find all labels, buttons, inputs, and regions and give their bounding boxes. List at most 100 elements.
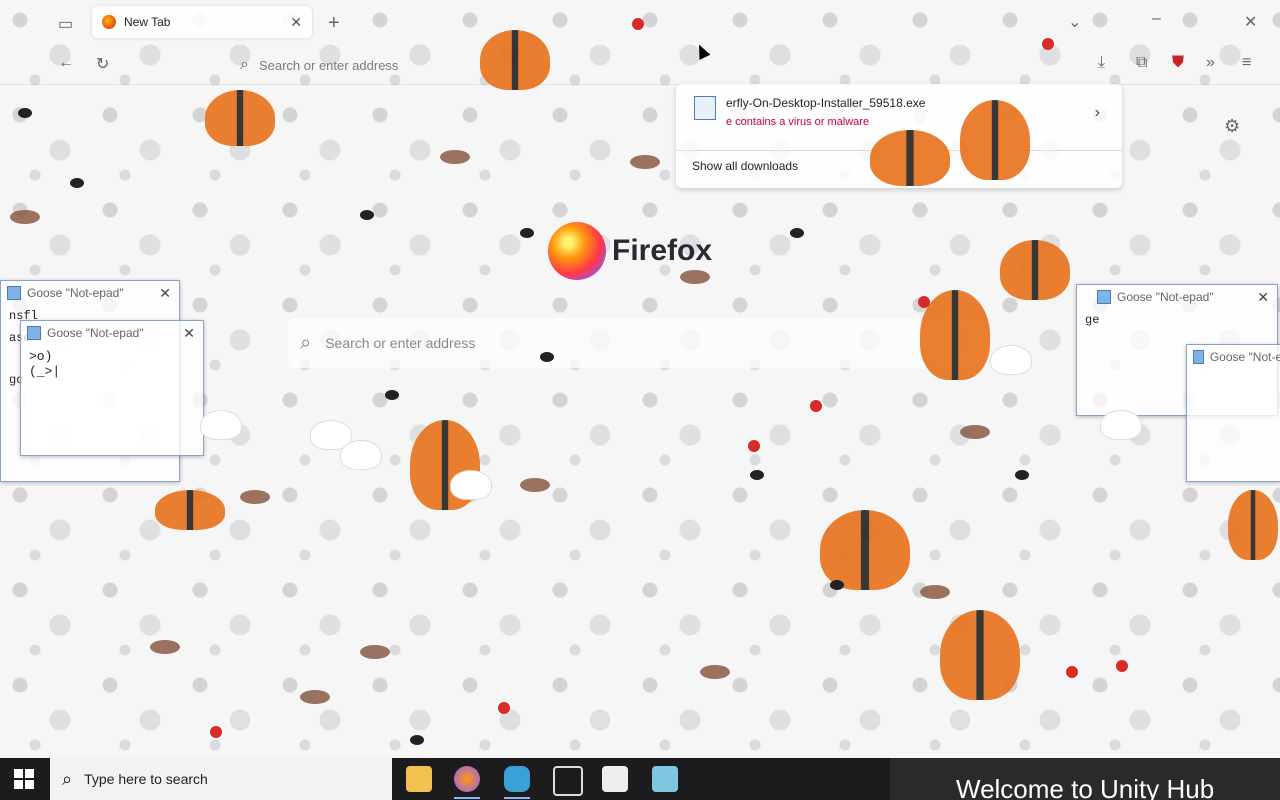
close-icon[interactable]: ✕	[183, 325, 195, 342]
ladybug-sprite	[1116, 660, 1128, 672]
notepad-titlebar[interactable]: Goose "Not-epad"	[1187, 345, 1280, 369]
butterfly-sprite	[480, 30, 550, 90]
unity-welcome-text: Welcome to Unity Hub	[956, 774, 1215, 800]
cockroach-sprite	[10, 210, 40, 224]
close-window-icon[interactable]: ✕	[1244, 12, 1257, 32]
fly-sprite	[18, 108, 32, 118]
tab-new-tab[interactable]: New Tab ✕	[92, 6, 312, 38]
firefox-view-icon[interactable]: ▭	[58, 14, 73, 34]
notepad-icon	[1193, 350, 1204, 364]
butterfly-sprite	[155, 490, 225, 530]
search-icon: ⌕	[300, 331, 312, 354]
fly-sprite	[790, 228, 804, 238]
7zip-icon[interactable]	[602, 766, 628, 792]
extensions-icon[interactable]: ⧉	[1136, 54, 1147, 72]
tab-title: New Tab	[124, 15, 171, 29]
notepad-title: Goose "Not-epad"	[1209, 350, 1280, 364]
chevron-right-icon[interactable]: ›	[1095, 104, 1100, 122]
search-icon: ⌕	[62, 768, 73, 789]
cockroach-sprite	[150, 640, 180, 654]
ladybug-sprite	[632, 18, 644, 30]
fly-sprite	[520, 228, 534, 238]
notepad-icon	[27, 326, 41, 340]
ladybug-sprite	[810, 400, 822, 412]
file-explorer-icon[interactable]	[406, 766, 432, 792]
close-tab-icon[interactable]: ✕	[290, 14, 302, 31]
butterfly-sprite	[940, 610, 1020, 700]
firefox-favicon-icon	[102, 15, 116, 29]
overflow-menu-icon[interactable]: »	[1206, 54, 1215, 72]
butterfly-sprite	[1228, 490, 1278, 560]
new-tab-icon[interactable]: +	[328, 12, 340, 35]
butterfly-sprite	[870, 130, 950, 186]
cockroach-sprite	[960, 425, 990, 439]
notepad-titlebar[interactable]: Goose "Not-epad" ✕	[21, 321, 203, 345]
cockroach-sprite	[920, 585, 950, 599]
ladybug-sprite	[210, 726, 222, 738]
show-all-downloads-button[interactable]: Show all downloads	[692, 159, 798, 173]
notepad-icon	[7, 286, 21, 300]
firefox-taskbar-icon[interactable]	[454, 766, 480, 799]
notepad-titlebar[interactable]: Goose "Not-epad" ✕	[1, 281, 179, 305]
minimize-icon[interactable]: –	[1152, 10, 1161, 28]
close-icon[interactable]: ✕	[1257, 289, 1269, 306]
butterfly-sprite	[820, 510, 910, 590]
goose-sprite	[990, 345, 1032, 375]
notepad-title: Goose "Not-epad"	[1117, 290, 1214, 304]
goose-sprite	[1100, 410, 1142, 440]
notepad-fragment: ge	[1085, 313, 1100, 327]
fly-sprite	[360, 210, 374, 220]
fly-sprite	[830, 580, 844, 590]
url-placeholder: Search or enter address	[258, 57, 399, 73]
fly-sprite	[540, 352, 554, 362]
butterfly-sprite	[205, 90, 275, 146]
notepad-titlebar[interactable]: Goose "Not-epad" ✕	[1077, 285, 1277, 309]
fly-sprite	[385, 390, 399, 400]
cockroach-sprite	[630, 155, 660, 169]
goose-notepad-window[interactable]: Goose "Not-epad" ✕ >o) (_>|	[20, 320, 204, 456]
ublock-icon[interactable]: ⛊	[1172, 54, 1184, 72]
reload-icon[interactable]: ↻	[96, 54, 109, 74]
fly-sprite	[750, 470, 764, 480]
cockroach-sprite	[240, 490, 270, 504]
ladybug-sprite	[918, 296, 930, 308]
unity-hub-window[interactable]: Welcome to Unity Hub	[890, 758, 1280, 800]
cockroach-sprite	[440, 150, 470, 164]
app-taskbar-icon[interactable]	[504, 766, 530, 799]
goose-sprite	[450, 470, 492, 500]
notepad-icon	[1097, 290, 1111, 304]
gear-icon[interactable]: ⚙	[1224, 116, 1240, 137]
butterfly-sprite	[960, 100, 1030, 180]
cockroach-sprite	[300, 690, 330, 704]
download-warning: e contains a virus or malware	[726, 116, 870, 128]
newtab-search-input[interactable]: ⌕ Search or enter address	[288, 318, 988, 368]
goose-notepad-window[interactable]: Goose "Not-epad"	[1186, 344, 1280, 482]
downloads-icon[interactable]: ⤓	[1098, 54, 1105, 72]
download-item[interactable]: erfly-On-Desktop-Installer_59518.exe e c…	[694, 96, 925, 128]
ladybug-sprite	[1066, 666, 1078, 678]
exe-file-icon	[694, 96, 716, 120]
fly-sprite	[70, 178, 84, 188]
goose-sprite	[200, 410, 242, 440]
notepad-text[interactable]: >o) (_>|	[21, 345, 203, 383]
unity-hub-icon[interactable]	[553, 766, 583, 796]
newtab-search-placeholder: Search or enter address	[325, 335, 476, 351]
download-filename: erfly-On-Desktop-Installer_59518.exe	[726, 96, 926, 110]
close-icon[interactable]: ✕	[159, 285, 171, 302]
goose-sprite	[340, 440, 382, 470]
list-tabs-icon[interactable]: ⌄	[1068, 12, 1081, 32]
desktop-goose-icon[interactable]	[652, 766, 678, 792]
ladybug-sprite	[748, 440, 760, 452]
windows-start-button[interactable]	[14, 769, 34, 789]
app-menu-icon[interactable]: ≡	[1242, 54, 1251, 72]
butterfly-sprite	[920, 290, 990, 380]
cockroach-sprite	[700, 665, 730, 679]
ladybug-sprite	[498, 702, 510, 714]
fly-sprite	[410, 735, 424, 745]
butterfly-sprite	[1000, 240, 1070, 300]
taskbar-search-input[interactable]: ⌕ Type here to search	[50, 758, 392, 800]
taskbar-search-placeholder: Type here to search	[84, 771, 208, 787]
notepad-title: Goose "Not-epad"	[27, 286, 124, 300]
firefox-wordmark: Firefox	[612, 234, 713, 267]
back-icon[interactable]: ←	[58, 54, 74, 72]
